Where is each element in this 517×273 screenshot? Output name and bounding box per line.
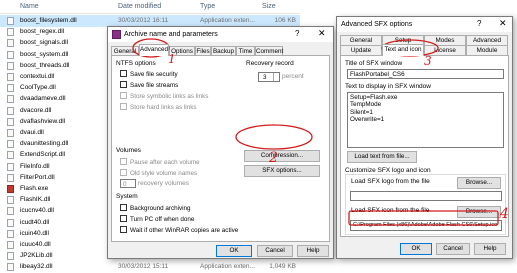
annotation-4: 4 <box>500 206 509 222</box>
file-size: 1,049 KB <box>269 263 296 271</box>
annotation-ink-layer <box>132 38 499 226</box>
file-type: Application exten... <box>200 263 255 271</box>
tab-advanced[interactable]: Advanced <box>139 44 169 56</box>
file-row[interactable]: libeay32.dll 30/03/2012 15:11 Application … <box>0 261 300 273</box>
dll-file-icon <box>7 263 14 272</box>
annotation-2: 2 <box>269 150 278 166</box>
sfx-tab-text-and-icon[interactable]: Text and icon <box>382 44 424 56</box>
annotation-3: 3 <box>424 54 432 68</box>
box-icon-path <box>348 210 499 226</box>
file-name: libeay32.dll <box>20 263 53 271</box>
annotation-1: 1 <box>168 52 176 66</box>
circle-sfx-button <box>235 124 313 150</box>
file-date: 30/03/2012 15:11 <box>118 263 169 271</box>
